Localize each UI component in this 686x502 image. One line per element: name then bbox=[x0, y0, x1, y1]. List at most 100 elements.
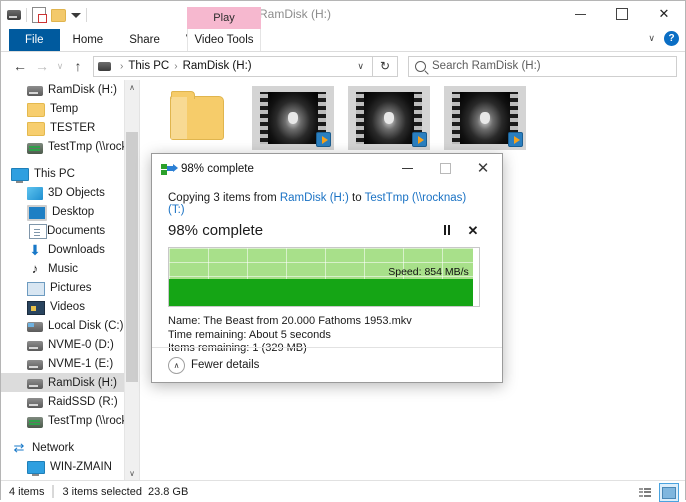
forward-button[interactable]: → bbox=[31, 55, 53, 77]
navigation-scrollbar[interactable]: ∧ ∨ bbox=[124, 80, 139, 480]
recent-locations-icon[interactable]: ∨ bbox=[53, 55, 67, 77]
properties-icon[interactable]: ✔ bbox=[32, 7, 46, 23]
dl-icon: ⬇ bbox=[29, 241, 41, 258]
copy-progress-dialog: 98% complete ✕ Copying 3 items from RamD… bbox=[151, 153, 503, 383]
play-badge-icon bbox=[316, 132, 331, 147]
sidebar-item-ramdisk-h[interactable]: RamDisk (H:) bbox=[1, 80, 139, 99]
title-bar: ✔ RamDisk (H:) ✕ bbox=[1, 1, 685, 29]
sidebar-item-3d-objects[interactable]: 3D Objects bbox=[1, 183, 139, 202]
sidebar-item-testtmp-rocknas[interactable]: TestTmp (\\rocknas) ( bbox=[1, 411, 139, 430]
file-item[interactable] bbox=[156, 86, 238, 150]
minimize-button[interactable] bbox=[559, 1, 601, 27]
copy-mid: to bbox=[348, 192, 365, 204]
address-bar[interactable]: › This PC › RamDisk (H:) ∨ bbox=[93, 55, 373, 77]
status-selection: 3 items selected bbox=[62, 485, 142, 498]
scroll-down-arrow-icon[interactable]: ∨ bbox=[125, 466, 139, 480]
help-icon[interactable]: ? bbox=[664, 31, 679, 46]
doc-icon bbox=[29, 224, 47, 239]
sidebar-item-label: 3D Objects bbox=[48, 186, 105, 199]
file-items bbox=[156, 86, 526, 150]
net-icon bbox=[27, 142, 43, 154]
dialog-close-button[interactable]: ✕ bbox=[464, 154, 502, 182]
nav-gap bbox=[1, 430, 139, 438]
tab-home[interactable]: Home bbox=[60, 29, 117, 51]
contextual-tab-play[interactable]: Play bbox=[187, 7, 261, 29]
search-input[interactable]: Search RamDisk (H:) bbox=[432, 60, 541, 72]
copy-description: Copying 3 items from RamDisk (H:) to Tes… bbox=[168, 192, 486, 216]
collapse-ribbon-icon[interactable]: ∨ bbox=[648, 33, 655, 44]
fewer-details-button[interactable]: ∧ Fewer details bbox=[168, 356, 259, 374]
file-item[interactable] bbox=[348, 86, 430, 150]
tab-share[interactable]: Share bbox=[116, 29, 173, 51]
address-dropdown-icon[interactable]: ∨ bbox=[353, 61, 368, 72]
progress-bar-fill bbox=[169, 279, 473, 306]
sidebar-item-downloads[interactable]: ⬇ Downloads bbox=[1, 240, 139, 259]
sidebar-item-label: RamDisk (H:) bbox=[48, 83, 117, 96]
drive-icon bbox=[27, 86, 43, 96]
desk-icon bbox=[27, 204, 47, 221]
chevron-down-icon[interactable] bbox=[71, 12, 81, 18]
sidebar-item-network[interactable]: ⇄ Network bbox=[1, 438, 139, 457]
pause-button[interactable] bbox=[434, 220, 460, 240]
search-box[interactable]: Search RamDisk (H:) bbox=[408, 55, 677, 77]
sidebar-item-nvme-1-e[interactable]: NVME-1 (E:) bbox=[1, 354, 139, 373]
scrollbar-thumb[interactable] bbox=[126, 132, 138, 382]
sidebar-item-label: Videos bbox=[50, 300, 85, 313]
close-button[interactable]: ✕ bbox=[643, 1, 685, 27]
sidebar-item-documents[interactable]: Documents bbox=[1, 221, 139, 240]
sidebar-item-pictures[interactable]: Pictures bbox=[1, 278, 139, 297]
sidebar-item-tester[interactable]: TESTER bbox=[1, 118, 139, 137]
refresh-button[interactable]: ↻ bbox=[373, 55, 398, 77]
detail-name-row: Name: The Beast from 20.000 Fathoms 1953… bbox=[168, 315, 486, 329]
folder-icon bbox=[27, 102, 45, 117]
speed-label: Speed: 854 MB/s bbox=[388, 266, 469, 278]
maximize-button[interactable] bbox=[601, 1, 643, 27]
net-icon bbox=[27, 416, 43, 428]
sidebar-item-videos[interactable]: Videos bbox=[1, 297, 139, 316]
sidebar-item-desktop[interactable]: Desktop bbox=[1, 202, 139, 221]
sidebar-item-label: WIN-ZMAIN bbox=[50, 460, 112, 473]
contextual-group-label[interactable]: Video Tools bbox=[187, 29, 261, 51]
sidebar-item-testtmp-rocknas[interactable]: TestTmp (\\rocknas) ( bbox=[1, 137, 139, 156]
new-folder-icon[interactable] bbox=[51, 8, 66, 22]
name-label: Name: bbox=[168, 315, 201, 327]
sidebar-item-label: NVME-1 (E:) bbox=[48, 357, 114, 370]
back-button[interactable]: ← bbox=[9, 55, 31, 77]
scroll-up-arrow-icon[interactable]: ∧ bbox=[125, 80, 139, 94]
up-button[interactable]: ↑ bbox=[67, 55, 89, 77]
details-view-icon[interactable] bbox=[636, 484, 654, 501]
video-thumbnail bbox=[444, 86, 526, 150]
sidebar-item-this-pc[interactable]: This PC bbox=[1, 164, 139, 183]
large-icons-view-icon[interactable] bbox=[659, 483, 679, 502]
dialog-maximize-button[interactable] bbox=[426, 154, 464, 182]
dialog-footer: ∧ Fewer details bbox=[152, 347, 502, 382]
sidebar-item-label: Local Disk (C:) bbox=[48, 319, 124, 332]
sidebar-item-ramdisk-h[interactable]: RamDisk (H:) bbox=[1, 373, 139, 392]
sidebar-item-win-zmain[interactable]: WIN-ZMAIN bbox=[1, 457, 139, 476]
video-thumbnail bbox=[252, 86, 334, 150]
file-item[interactable] bbox=[252, 86, 334, 150]
sidebar-item-music[interactable]: ♪ Music bbox=[1, 259, 139, 278]
status-size: 23.8 GB bbox=[147, 485, 189, 498]
breadcrumb-ramdisk[interactable]: RamDisk (H:) bbox=[183, 60, 252, 72]
breadcrumb-this-pc[interactable]: This PC bbox=[128, 60, 169, 72]
vid-icon bbox=[27, 300, 45, 315]
copy-source-link[interactable]: RamDisk (H:) bbox=[280, 192, 349, 204]
dialog-window-controls: ✕ bbox=[388, 154, 502, 182]
drive-icon[interactable] bbox=[7, 10, 21, 20]
address-bar-row: ← → ∨ ↑ › This PC › RamDisk (H:) ∨ ↻ Sea… bbox=[1, 52, 685, 80]
name-value: The Beast from 20.000 Fathoms 1953.mkv bbox=[203, 315, 412, 327]
sidebar-item-raidssd-r[interactable]: RaidSSD (R:) bbox=[1, 392, 139, 411]
sidebar-item-nvme-0-d[interactable]: NVME-0 (D:) bbox=[1, 335, 139, 354]
sidebar-item-label: This PC bbox=[34, 167, 75, 180]
file-item[interactable] bbox=[444, 86, 526, 150]
sidebar-item-label: Desktop bbox=[52, 205, 95, 218]
video-thumbnail bbox=[348, 86, 430, 150]
hdd-icon bbox=[27, 322, 43, 332]
ribbon-tabs: File Home Share View Play Video Tools ∨ … bbox=[1, 7, 685, 52]
cancel-button[interactable]: ✕ bbox=[460, 220, 486, 240]
sidebar-item-temp[interactable]: Temp bbox=[1, 99, 139, 118]
tab-file[interactable]: File bbox=[9, 29, 60, 51]
dialog-minimize-button[interactable] bbox=[388, 154, 426, 182]
sidebar-item-local-disk-c[interactable]: Local Disk (C:) bbox=[1, 316, 139, 335]
